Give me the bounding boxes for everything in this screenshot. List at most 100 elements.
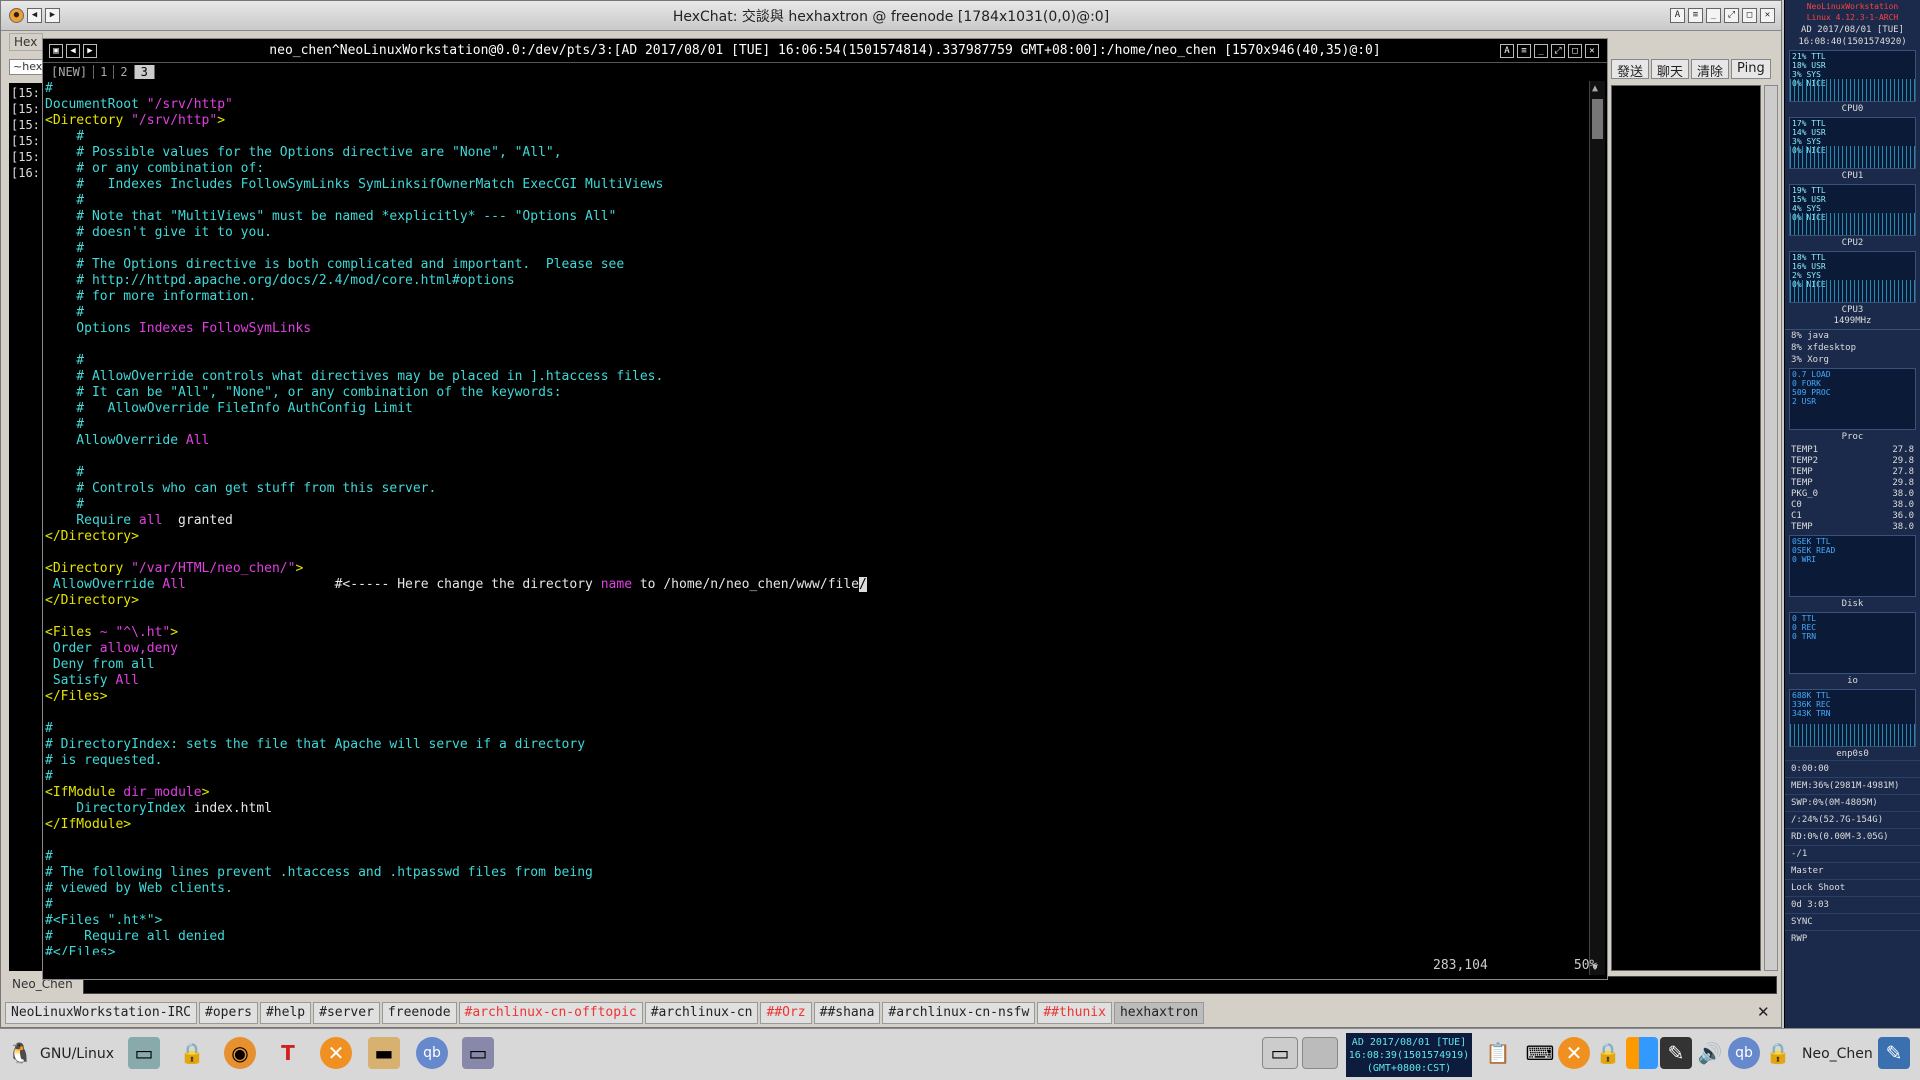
channel-tab[interactable]: #archlinux-cn <box>644 1002 759 1024</box>
terminal-tab[interactable]: 3 <box>134 65 155 79</box>
channel-tab[interactable]: ##thunix <box>1037 1002 1112 1024</box>
close-tab-icon[interactable]: ✕ <box>1757 1003 1770 1021</box>
temperature-row: TEMP 27.8 <box>1785 467 1920 478</box>
terminal-line: # It can be "All", "None", or any combin… <box>45 385 1585 401</box>
chat-button[interactable]: 聊天 <box>1651 59 1690 80</box>
code-segment: # <box>45 769 53 784</box>
terminal-task-icon[interactable]: ▭ <box>462 1037 494 1069</box>
channel-tab[interactable]: hexhaxtron <box>1113 1002 1205 1024</box>
cpu-stat: 3% SYS <box>1792 70 1821 79</box>
terminal-line: </Directory> <box>45 529 1585 545</box>
shade-icon[interactable]: ≡ <box>1517 44 1531 58</box>
terminal-scrollbar[interactable]: ▲ ▼ <box>1589 81 1605 975</box>
prev-icon[interactable]: ◀ <box>66 44 80 58</box>
pen-icon[interactable]: ✎ <box>1660 1037 1692 1069</box>
minimize-icon[interactable]: _ <box>1534 44 1548 58</box>
battery-icon[interactable] <box>1626 1037 1658 1069</box>
text-editor-icon[interactable]: T <box>272 1037 304 1069</box>
summary-line: /:24%(52.7G-154G) <box>1785 811 1920 828</box>
folder-icon[interactable]: ▬ <box>368 1037 400 1069</box>
code-segment: Indexes FollowSymLinks <box>138 321 312 336</box>
terminal-tab[interactable]: 1 <box>94 65 115 79</box>
hexchat-title: HexChat: 交談與 hexhaxtron @ freenode [1784… <box>672 8 1110 25</box>
next-icon[interactable]: ▶ <box>45 8 60 23</box>
pin-icon[interactable]: A <box>1500 44 1514 58</box>
qbittorrent-tray-icon[interactable]: qb <box>1728 1037 1760 1069</box>
scroll-up-icon[interactable]: ▲ <box>1592 83 1598 94</box>
terminal-content[interactable]: # DocumentRoot "/srv/http" <Directory "/sr… <box>45 81 1585 955</box>
clipboard-icon[interactable]: 📋 <box>1482 1037 1514 1069</box>
channel-tab[interactable]: ##Orz <box>760 1002 812 1024</box>
channel-tab[interactable]: freenode <box>381 1002 457 1024</box>
summary-line: MEM:36%(2981M-4981M) <box>1785 777 1920 794</box>
channel-tab[interactable]: #archlinux-cn-nsfw <box>882 1002 1036 1024</box>
chat-scrollbar[interactable] <box>1764 85 1778 971</box>
channel-tab[interactable]: #archlinux-cn-offtopic <box>458 1002 643 1024</box>
send-button[interactable]: 發送 <box>1611 59 1650 80</box>
workspace-2[interactable] <box>1302 1037 1338 1069</box>
maximize-icon[interactable]: □ <box>1742 8 1757 23</box>
shade-icon[interactable]: ≡ <box>1688 8 1703 23</box>
user-action-buttons: 發送 聊天 清除 Ping <box>1611 59 1771 80</box>
sensor-name: C0 <box>1791 500 1802 510</box>
channel-tab[interactable]: ##shana <box>813 1002 881 1024</box>
cpu-label: CPU2 <box>1841 238 1864 248</box>
channel-tab[interactable]: NeoLinuxWorkstation-IRC <box>5 1002 198 1024</box>
workspace-1[interactable]: ▭ <box>1262 1037 1298 1069</box>
prev-icon[interactable]: ◀ <box>27 8 42 23</box>
code-segment: # <box>45 417 85 432</box>
channel-topic[interactable]: ~hex <box>9 59 43 75</box>
terminal-line: AllowOverride All #<----- Here change th… <box>45 577 1585 593</box>
tux-icon[interactable]: 🐧 <box>4 1037 36 1069</box>
chat-line: [15: <box>11 134 40 148</box>
restore-icon[interactable]: ⤢ <box>1551 44 1565 58</box>
maximize-icon[interactable]: □ <box>1568 44 1582 58</box>
hexchat-titlebar[interactable]: ● ◀ ▶ HexChat: 交談與 hexhaxtron @ freenode… <box>1 1 1781 31</box>
terminal-line: # The Options directive is both complica… <box>45 257 1585 273</box>
show-desktop-icon[interactable]: ✎ <box>1878 1037 1910 1069</box>
qbittorrent-icon[interactable]: qb <box>416 1037 448 1069</box>
code-segment: #</Files> <box>45 945 116 955</box>
monitor-header: NeoLinuxWorkstation Linux 4.12.3-1-ARCH <box>1785 0 1920 24</box>
scroll-thumb[interactable] <box>1592 99 1603 139</box>
minimize-icon[interactable]: _ <box>1706 8 1721 23</box>
lock-icon[interactable]: 🔒 <box>176 1037 208 1069</box>
browser-icon[interactable]: ◉ <box>224 1037 256 1069</box>
hexchat-tray-icon[interactable]: ✕ <box>1558 1037 1590 1069</box>
pin-icon[interactable]: A <box>1670 8 1685 23</box>
keyboard-icon[interactable]: ⌨ <box>1524 1037 1556 1069</box>
security-icon[interactable]: 🔒 <box>1592 1037 1624 1069</box>
terminal-tab[interactable]: [NEW] <box>45 65 95 79</box>
clear-button[interactable]: 清除 <box>1691 59 1730 80</box>
terminal-menu-icon[interactable]: ▣ <box>49 44 63 58</box>
channel-tab[interactable]: #help <box>259 1002 312 1024</box>
restore-icon[interactable]: ⤢ <box>1724 8 1739 23</box>
summary-line: -/1 <box>1785 845 1920 862</box>
next-icon[interactable]: ▶ <box>83 44 97 58</box>
code-segment: DocumentRoot <box>45 97 147 112</box>
user-lock-icon[interactable]: 🔒 <box>1762 1037 1794 1069</box>
terminal-tab[interactable]: 2 <box>114 65 135 79</box>
hexchat-icon[interactable]: ✕ <box>320 1037 352 1069</box>
taskbar-clock[interactable]: AD 2017/08/01 [TUE] 16:08:39(1501574919)… <box>1346 1033 1472 1077</box>
window-icon[interactable]: ▭ <box>128 1037 160 1069</box>
clock-date: AD 2017/08/01 [TUE] <box>1351 1037 1467 1048</box>
system-summary: 0:00:00 MEM:36%(2981M-4981M) SWP:0%(0M-480… <box>1785 760 1920 947</box>
close-icon[interactable]: ✕ <box>1760 8 1775 23</box>
code-segment: All <box>185 433 210 448</box>
temperature-row: TEMP2 29.8 <box>1785 456 1920 467</box>
terminal-status: 283,104 50% <box>1433 958 1597 973</box>
code-segment: Deny from all <box>45 657 155 672</box>
terminal-titlebar[interactable]: ▣ ◀ ▶ neo_chen^NeoLinuxWorkstation@0.0:/… <box>43 39 1607 63</box>
hexchat-menu[interactable]: Hex <box>9 33 43 51</box>
user-list[interactable] <box>1611 85 1761 971</box>
channel-tab[interactable]: #opers <box>199 1002 258 1024</box>
ping-button[interactable]: Ping <box>1731 59 1771 79</box>
close-icon[interactable]: ✕ <box>1585 44 1599 58</box>
code-segment: allow,deny <box>99 641 179 656</box>
channel-tab[interactable]: #server <box>313 1002 380 1024</box>
chat-line: [15: <box>11 118 40 132</box>
terminal-line: # <box>45 497 1585 513</box>
volume-icon[interactable]: 🔊 <box>1694 1037 1726 1069</box>
